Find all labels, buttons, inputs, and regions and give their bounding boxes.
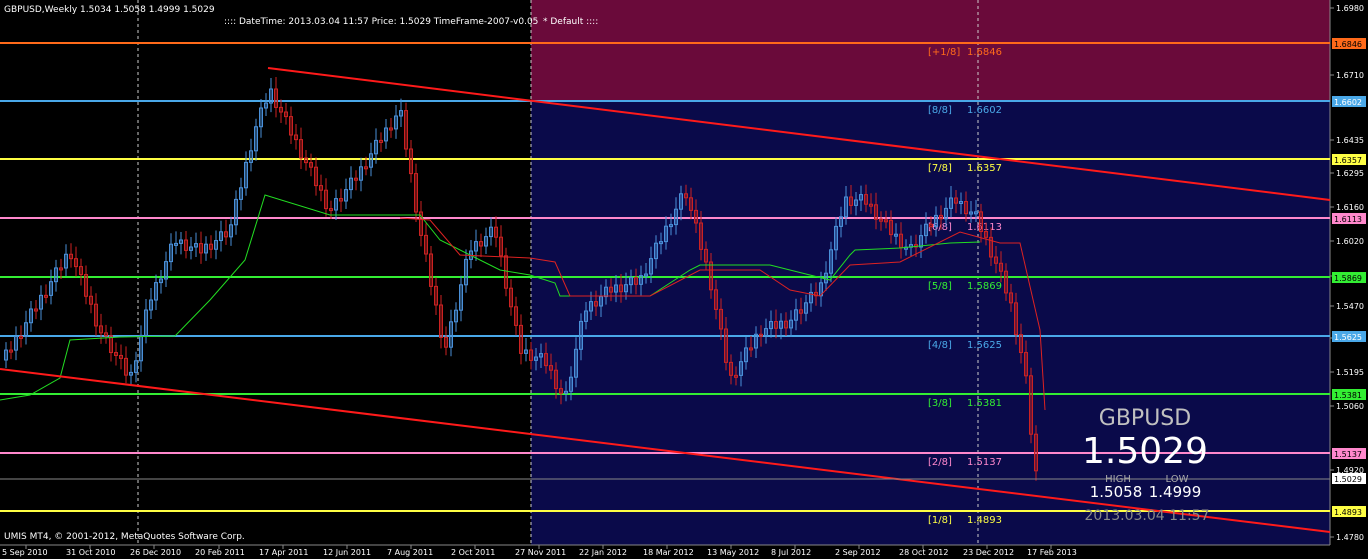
copyright-text: UMIS MT4, © 2001-2012, MetaQuotes Softwa… [4,532,245,542]
time-tick-label: 26 Dec 2010 [130,548,181,557]
murrey-level-value: 1.5137 [967,457,1002,468]
price-tick-label: 1.6980 [1336,4,1364,13]
indicator-default: * Default :::: [543,17,598,27]
indicator-info: :::: DateTime: 2013.03.04 11:57 Price: 1… [224,17,538,27]
time-tick-label: 28 Oct 2012 [899,548,948,557]
level-badge: 1.6113 [1334,215,1362,224]
level-badge: 1.5625 [1334,333,1362,342]
level-badge: 1.6846 [1334,40,1362,49]
time-tick-label: 7 Aug 2011 [387,548,433,557]
murrey-level-value: 1.4893 [967,515,1002,526]
price-tick-label: 1.5470 [1336,302,1364,311]
quote-low: 1.4999 [1149,483,1202,501]
time-tick-label: 22 Jan 2012 [579,548,627,557]
murrey-level-value: 1.5625 [967,340,1002,351]
murrey-level-value: 1.5381 [967,398,1002,409]
time-tick-label: 31 Oct 2010 [66,548,115,557]
time-tick-label: 12 Jun 2011 [323,548,371,557]
symbol-header: GBPUSD,Weekly 1.5034 1.5058 1.4999 1.502… [4,5,215,15]
murrey-level-label: [2/8] [928,457,952,468]
price-tick-label: 1.4780 [1336,533,1364,542]
murrey-level-label: [6/8] [928,222,952,233]
quote-price: 1.5029 [1082,431,1208,472]
murrey-level-value: 1.6846 [967,47,1002,58]
murrey-level-value: 1.6602 [967,105,1002,116]
time-tick-label: 2 Oct 2011 [451,548,495,557]
price-tick-label: 1.6020 [1336,237,1364,246]
murrey-level-label: [8/8] [928,105,952,116]
price-tick-label: 1.6160 [1336,203,1364,212]
price-tick-label: 1.6710 [1336,71,1364,80]
murrey-level-label: [3/8] [928,398,952,409]
murrey-level-label: [4/8] [928,340,952,351]
murrey-level-value: 1.6357 [967,163,1002,174]
current-price-badge: 1.5029 [1334,475,1362,484]
level-badge: 1.4893 [1334,508,1362,517]
time-tick-label: 18 Mar 2012 [643,548,694,557]
time-tick-label: 13 May 2012 [707,548,759,557]
murrey-level-label: [1/8] [928,515,952,526]
time-tick-label: 17 Feb 2013 [1027,548,1077,557]
level-badge: 1.5381 [1334,391,1362,400]
time-tick-label: 2 Sep 2012 [835,548,881,557]
price-chart[interactable]: [+1/8] 1.6846 [8/8] 1.6602 [7/8] 1.6357 [6/8] 1… [0,0,1368,559]
quote-symbol: GBPUSD [1099,406,1191,431]
murrey-level-label: [5/8] [928,281,952,292]
level-badge: 1.5869 [1334,274,1362,283]
level-badge: 1.5137 [1334,450,1362,459]
time-tick-label: 20 Feb 2011 [195,548,245,557]
murrey-level-label: [7/8] [928,163,952,174]
time-tick-label: 5 Sep 2010 [2,548,48,557]
quote-high: 1.5058 [1090,483,1143,501]
level-badge: 1.6602 [1334,98,1362,107]
time-tick-label: 23 Dec 2012 [963,548,1014,557]
price-tick-label: 1.5195 [1336,368,1364,377]
time-tick-label: 27 Nov 2011 [515,548,566,557]
time-tick-label: 17 Apr 2011 [259,548,308,557]
price-tick-label: 1.6435 [1336,136,1364,145]
level-badge: 1.6357 [1334,156,1362,165]
quote-datetime: 2013.03.04 11:57 [1085,508,1210,524]
price-tick-label: 1.6295 [1336,169,1364,178]
murrey-level-value: 1.5869 [967,281,1002,292]
price-tick-label: 1.5060 [1336,402,1364,411]
time-tick-label: 8 Jul 2012 [771,548,811,557]
murrey-level-label: [+1/8] [928,47,960,58]
